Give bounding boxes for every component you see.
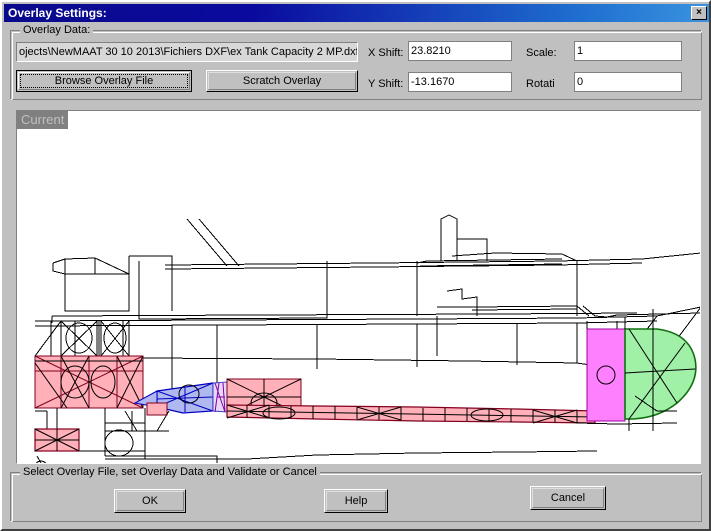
browse-overlay-file-label: Browse Overlay File: [54, 75, 154, 87]
scratch-overlay-label: Scratch Overlay: [242, 75, 322, 87]
tank-pink-aft-small: [34, 428, 80, 452]
cancel-button-label: Cancel: [550, 492, 586, 504]
cancel-button[interactable]: Cancel: [530, 486, 606, 510]
ok-button[interactable]: OK: [114, 489, 186, 513]
y-shift-input[interactable]: -13.1670: [408, 72, 512, 92]
scratch-overlay-button[interactable]: Scratch Overlay: [206, 70, 358, 92]
overlay-settings-dialog: Overlay Settings: × Overlay Data: ojects…: [0, 0, 711, 531]
overlay-preview-canvas[interactable]: Current: [16, 110, 701, 464]
tank-pink-forward: [34, 355, 144, 409]
tank-pink-keel-sliver: [146, 402, 168, 416]
rotation-input[interactable]: 0: [574, 72, 682, 92]
scale-label: Scale:: [526, 47, 557, 59]
tank-magenta-bow: [586, 328, 626, 422]
tank-pink-double-bottom: [226, 404, 596, 424]
footer-group-label: Select Overlay File, set Overlay Data an…: [20, 466, 320, 478]
current-label: Current: [17, 111, 69, 129]
close-icon[interactable]: ×: [691, 6, 707, 20]
overlay-path-input[interactable]: ojects\NewMAAT 30 10 2013\Fichiers DXF\e…: [16, 42, 358, 62]
help-button-label: Help: [344, 495, 368, 507]
overlay-data-group-label: Overlay Data:: [20, 24, 94, 36]
rotation-label: Rotati: [526, 78, 555, 90]
tank-green-bulb: [624, 327, 697, 421]
x-shift-label: X Shift:: [368, 47, 404, 59]
x-shift-input[interactable]: 23.8210: [408, 41, 512, 61]
y-shift-label: Y Shift:: [368, 78, 404, 90]
title-bar: Overlay Settings: ×: [4, 4, 709, 22]
window-title: Overlay Settings:: [8, 6, 107, 20]
ship-profile-drawing: [34, 214, 700, 463]
browse-overlay-file-button[interactable]: Browse Overlay File: [16, 70, 192, 92]
help-button[interactable]: Help: [324, 489, 388, 513]
ok-button-label: OK: [142, 495, 158, 507]
scale-input[interactable]: 1: [574, 41, 682, 61]
